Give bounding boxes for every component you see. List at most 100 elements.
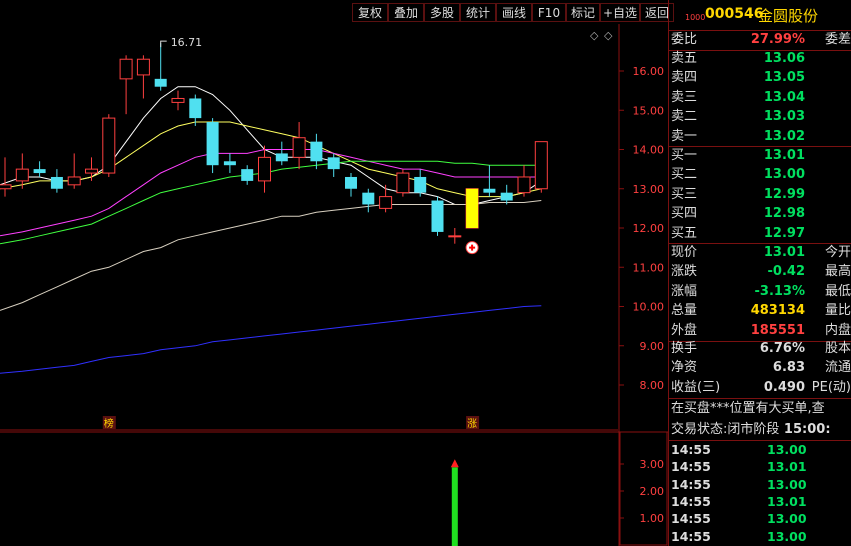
tick-time: 14:55 — [671, 511, 711, 527]
candle-body — [119, 58, 133, 80]
candle-body — [85, 168, 98, 174]
ma-line — [0, 86, 542, 205]
ma-line — [0, 200, 542, 311]
toolbar-button-1[interactable]: 叠加 — [388, 3, 424, 22]
tick-price: 13.01 — [767, 459, 807, 475]
row-label: 涨幅 — [671, 283, 698, 299]
ma-line — [0, 305, 542, 374]
row-value: 185551 — [750, 322, 805, 338]
status-value: 闭市阶段 — [727, 422, 780, 437]
tick-price: 13.00 — [767, 528, 807, 544]
stat2-row: 净资 6.83 流通 — [671, 358, 851, 378]
stat-row: 现价 13.01 今开 — [671, 243, 851, 263]
toolbar-button-2[interactable]: 多股 — [424, 3, 460, 22]
diamond-icon: ◇ — [590, 29, 599, 42]
row-value: 13.01 — [763, 148, 805, 163]
stat2-row: 换手 6.76% 股本 — [671, 339, 851, 359]
row-label: 买四 — [671, 206, 698, 222]
row-value: 13.01 — [763, 245, 805, 260]
price-tick-label: 13.00 — [633, 183, 665, 196]
trade-status: 交易状态:闭市阶段 15:00: — [671, 420, 851, 440]
candle-body — [345, 176, 357, 189]
candle-body — [431, 200, 444, 232]
ask-row: 卖三 13.04 — [671, 88, 851, 108]
tick-time: 14:55 — [671, 476, 711, 492]
row-value: 13.00 — [763, 167, 805, 183]
row-value: 13.04 — [763, 89, 805, 105]
candle-body — [206, 122, 219, 166]
candle-body — [379, 196, 393, 209]
candle-body — [362, 192, 375, 205]
row-value: -0.42 — [767, 264, 805, 280]
candle-body — [241, 169, 254, 181]
settings-icon: ◇ — [604, 29, 613, 42]
price-tick-label: 12.00 — [633, 222, 665, 235]
candle-body — [0, 184, 12, 190]
row-value: 13.05 — [763, 70, 805, 86]
volume-tick-label: 3.00 — [640, 458, 665, 471]
row-label-2: 股本 — [824, 341, 851, 356]
toolbar-button-4[interactable]: 画线 — [496, 3, 532, 22]
volume-tick-label: 2.00 — [640, 485, 665, 498]
chart-toolbar: 复权 叠加 多股 统计 画线 F10 标记 +自选 返回 — [0, 0, 674, 24]
toolbar-button-5[interactable]: F10 — [532, 3, 566, 22]
candle-body — [534, 141, 548, 190]
price-tick-label: 11.00 — [633, 261, 665, 274]
row-value: 27.99% — [750, 32, 805, 47]
row-label: 收益(三) — [671, 379, 721, 395]
ask-row: 卖五 13.06 — [671, 49, 851, 69]
volume-bar — [451, 467, 458, 546]
row-label-2: PE(动) — [811, 379, 851, 395]
event-marker: 涨 — [467, 418, 477, 430]
row-label-2: 量比 — [824, 303, 851, 319]
status-label: 交易状态: — [671, 422, 728, 437]
row-label: 买二 — [671, 167, 698, 183]
row-value: 6.83 — [772, 360, 805, 376]
row-label: 卖二 — [671, 109, 698, 125]
tick-row: 14:55 13.00 — [671, 528, 851, 545]
high-marker — [160, 40, 167, 48]
high-label: 16.71 — [171, 36, 203, 49]
quote-panel: 1000 000546 金圆股份 委比 27.99% 委差 卖五 13.06 卖四 13.0… — [668, 0, 851, 546]
row-label: 委比 — [671, 32, 698, 47]
tick-row: 14:55 13.00 — [671, 476, 851, 493]
stat-row: 总量 483134 量比 — [671, 301, 851, 321]
tick-time: 14:55 — [671, 528, 711, 544]
row-value: 13.06 — [763, 51, 805, 66]
row-label: 卖五 — [671, 51, 698, 66]
candle-body-highlight — [466, 188, 479, 228]
candle-body — [310, 141, 323, 162]
row-label: 总量 — [671, 303, 698, 319]
row-label-2: 今开 — [824, 245, 851, 260]
candle-body — [154, 78, 167, 87]
market-message: 在买盘***位置有大买单,查 — [671, 401, 825, 416]
price-tick-label: 10.00 — [633, 301, 665, 314]
candle-body — [275, 153, 288, 162]
row-label: 卖一 — [671, 128, 698, 144]
ask-row: 卖四 13.05 — [671, 68, 851, 88]
code-prefix: 1000 — [685, 13, 706, 22]
row-value: 12.97 — [763, 225, 805, 241]
tick-row: 14:55 13.01 — [671, 493, 851, 510]
row-value: 12.99 — [763, 186, 805, 202]
row-value: 6.76% — [759, 341, 805, 356]
candle-body — [136, 58, 150, 76]
row-label: 买一 — [671, 148, 698, 163]
tick-time: 14:55 — [671, 442, 711, 457]
stat-row: 涨跌 -0.42 最高 — [671, 262, 851, 282]
stat2-row: 收益(三) 0.490 PE(动) — [671, 378, 851, 398]
toolbar-button-3[interactable]: 统计 — [460, 3, 496, 22]
toolbar-button-0[interactable]: 复权 — [352, 3, 388, 22]
row-label-2: 内盘 — [824, 322, 851, 338]
row-label: 卖四 — [671, 70, 698, 86]
row-label: 换手 — [671, 341, 698, 356]
row-label: 卖三 — [671, 89, 698, 105]
kline-chart[interactable]: ◇ ◇ 16.00 15.00 14.00 13.00 12.00 11.00 10.00 9.0… — [0, 24, 668, 546]
candle-body — [102, 117, 116, 174]
toolbar-button-6[interactable]: 标记 — [566, 3, 600, 22]
bid-row: 买一 13.01 — [671, 146, 851, 166]
price-tick-label: 9.00 — [640, 340, 665, 353]
toolbar-button-7[interactable]: +自选 — [600, 3, 640, 22]
tick-row: 14:55 13.00 — [671, 510, 851, 527]
row-value: 0.490 — [763, 379, 805, 395]
